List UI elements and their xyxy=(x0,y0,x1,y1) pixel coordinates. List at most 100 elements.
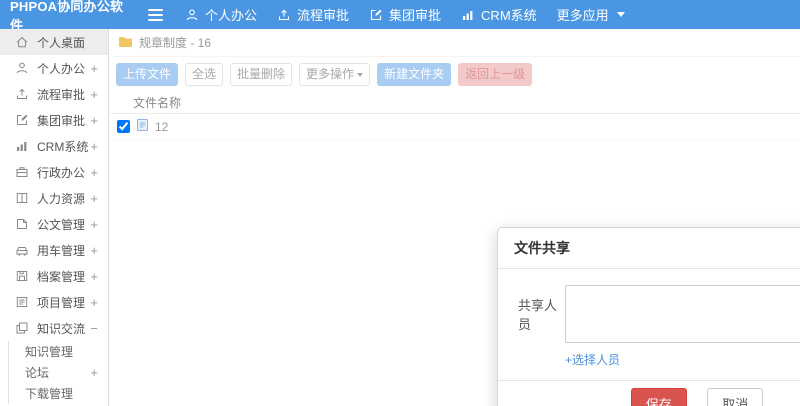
expand-indicator[interactable]: + xyxy=(90,191,98,206)
nav-more-apps[interactable]: 更多应用 xyxy=(557,5,625,24)
upload-file-button[interactable]: 上传文件 xyxy=(116,63,179,86)
modal-footer: 保存 取消 xyxy=(498,380,800,406)
sidebar-item-knowledge-exchange[interactable]: 知识交流 − xyxy=(0,315,108,341)
sidebar-item-label: 用车管理 xyxy=(37,243,86,258)
expand-indicator[interactable]: − xyxy=(90,321,98,336)
sidebar-subitem-forum[interactable]: 论坛 + xyxy=(9,362,108,383)
top-bar: PHPOA协同办公软件 个人办公 流程审批 集团审批 CRM系统 更多应用 xyxy=(0,0,800,33)
sidebar-item-label: 知识交流 xyxy=(37,321,86,336)
more-actions-button[interactable]: 更多操作 xyxy=(299,63,371,86)
nav-personal-office[interactable]: 个人办公 xyxy=(185,5,257,24)
sidebar-item-workflow-approval[interactable]: 流程审批 + xyxy=(0,81,108,107)
archive-icon xyxy=(15,269,29,283)
sidebar-item-group-approval[interactable]: 集团审批 + xyxy=(0,107,108,133)
nav-label: CRM系统 xyxy=(481,8,537,23)
user-icon xyxy=(185,8,199,22)
sidebar-item-admin-office[interactable]: 行政办公 + xyxy=(0,159,108,185)
sidebar-item-label: 公文管理 xyxy=(37,217,86,232)
sidebar: 个人桌面 个人办公 + 流程审批 + 集团审批 + CRM系统 + 行政办公 +… xyxy=(0,29,109,406)
edit-icon xyxy=(15,113,29,127)
sidebar-item-personal-desktop[interactable]: 个人桌面 xyxy=(0,29,108,55)
caret-down-icon xyxy=(616,12,625,17)
expand-indicator[interactable]: + xyxy=(90,87,98,102)
file-toolbar: 上传文件 全选 批量删除 更多操作 新建文件夹 返回上一级 xyxy=(110,57,800,92)
sidebar-item-vehicle-management[interactable]: 用车管理 + xyxy=(0,237,108,263)
back-up-level-button[interactable]: 返回上一级 xyxy=(458,63,533,86)
expand-indicator[interactable]: + xyxy=(90,61,98,76)
modal-body: 共享人员 xyxy=(498,269,800,343)
sidebar-item-crm-system[interactable]: CRM系统 + xyxy=(0,133,108,159)
car-icon xyxy=(15,243,29,257)
expand-indicator[interactable]: + xyxy=(90,269,98,284)
select-all-button[interactable]: 全选 xyxy=(185,63,224,86)
sidebar-item-label: 流程审批 xyxy=(37,87,86,102)
top-nav: 个人办公 流程审批 集团审批 CRM系统 更多应用 xyxy=(185,5,625,24)
file-icon xyxy=(136,118,149,135)
briefcase-icon xyxy=(15,165,29,179)
batch-delete-button[interactable]: 批量删除 xyxy=(230,63,293,86)
share-people-textarea[interactable] xyxy=(565,285,800,343)
caret-down-icon xyxy=(357,72,364,77)
upload-icon xyxy=(15,87,29,101)
file-row[interactable]: 12 xyxy=(110,114,800,140)
sidebar-subitem-label: 知识管理 xyxy=(25,345,74,359)
home-icon xyxy=(15,35,29,49)
expand-indicator[interactable]: + xyxy=(90,139,98,154)
row-checkbox[interactable] xyxy=(117,120,130,133)
edit-icon xyxy=(369,8,383,22)
sidebar-subitem-label: 下载管理 xyxy=(25,387,74,401)
nav-workflow-approval[interactable]: 流程审批 xyxy=(277,5,349,24)
modal-title: 文件共享 xyxy=(498,228,800,269)
sidebar-subitem-label: 论坛 xyxy=(25,366,50,380)
file-table-header: 文件名称 xyxy=(110,92,800,114)
upload-icon xyxy=(277,8,291,22)
sidebar-item-label: 个人办公 xyxy=(37,61,86,76)
sidebar-item-archive-management[interactable]: 档案管理 + xyxy=(0,263,108,289)
breadcrumb: 规章制度 - 16 xyxy=(110,29,800,57)
file-name[interactable]: 12 xyxy=(155,120,168,134)
select-people-link[interactable]: +选择人员 xyxy=(565,351,620,368)
more-actions-label: 更多操作 xyxy=(306,67,355,81)
sidebar-item-label: 行政办公 xyxy=(37,165,86,180)
save-button[interactable]: 保存 xyxy=(630,388,687,406)
file-share-modal: 文件共享 共享人员 +选择人员 保存 取消 xyxy=(497,227,800,406)
new-folder-button[interactable]: 新建文件夹 xyxy=(377,63,452,86)
knowledge-submenu: 知识管理 论坛 + 下载管理 xyxy=(8,341,108,404)
sidebar-item-official-docs[interactable]: 公文管理 + xyxy=(0,211,108,237)
bar-chart-icon xyxy=(15,139,29,153)
project-icon xyxy=(15,295,29,309)
share-people-label: 共享人员 xyxy=(518,298,558,332)
menu-icon[interactable] xyxy=(148,8,163,21)
nav-label: 更多应用 xyxy=(556,8,609,23)
sidebar-item-label: 档案管理 xyxy=(37,269,86,284)
expand-indicator[interactable]: + xyxy=(90,165,98,180)
nav-crm-system[interactable]: CRM系统 xyxy=(461,5,537,24)
sidebar-subitem-knowledge-management[interactable]: 知识管理 xyxy=(9,341,108,362)
sidebar-item-project-management[interactable]: 项目管理 + xyxy=(0,289,108,315)
sidebar-item-label: 项目管理 xyxy=(37,295,86,310)
nav-label: 流程审批 xyxy=(297,8,350,23)
copy-icon xyxy=(15,321,29,335)
expand-indicator[interactable]: + xyxy=(90,217,98,232)
expand-indicator[interactable]: + xyxy=(90,295,98,310)
sidebar-subitem-download-management[interactable]: 下载管理 xyxy=(9,383,108,404)
book-icon xyxy=(15,191,29,205)
sidebar-item-personal-office[interactable]: 个人办公 + xyxy=(0,55,108,81)
nav-label: 集团审批 xyxy=(389,8,442,23)
user-icon xyxy=(15,61,29,75)
breadcrumb-label: 规章制度 - 16 xyxy=(139,36,212,50)
expand-indicator[interactable]: + xyxy=(90,365,98,380)
folder-icon xyxy=(118,35,133,51)
sidebar-item-human-resources[interactable]: 人力资源 + xyxy=(0,185,108,211)
document-icon xyxy=(15,217,29,231)
expand-indicator[interactable]: + xyxy=(90,113,98,128)
sidebar-item-label: 集团审批 xyxy=(37,113,86,128)
bar-chart-icon xyxy=(461,8,475,22)
expand-indicator[interactable]: + xyxy=(90,243,98,258)
cancel-button[interactable]: 取消 xyxy=(707,388,764,406)
sidebar-item-label: 个人桌面 xyxy=(37,35,86,50)
sidebar-item-label: CRM系统 xyxy=(37,139,89,154)
nav-label: 个人办公 xyxy=(205,8,258,23)
nav-group-approval[interactable]: 集团审批 xyxy=(369,5,441,24)
sidebar-item-label: 人力资源 xyxy=(37,191,86,206)
